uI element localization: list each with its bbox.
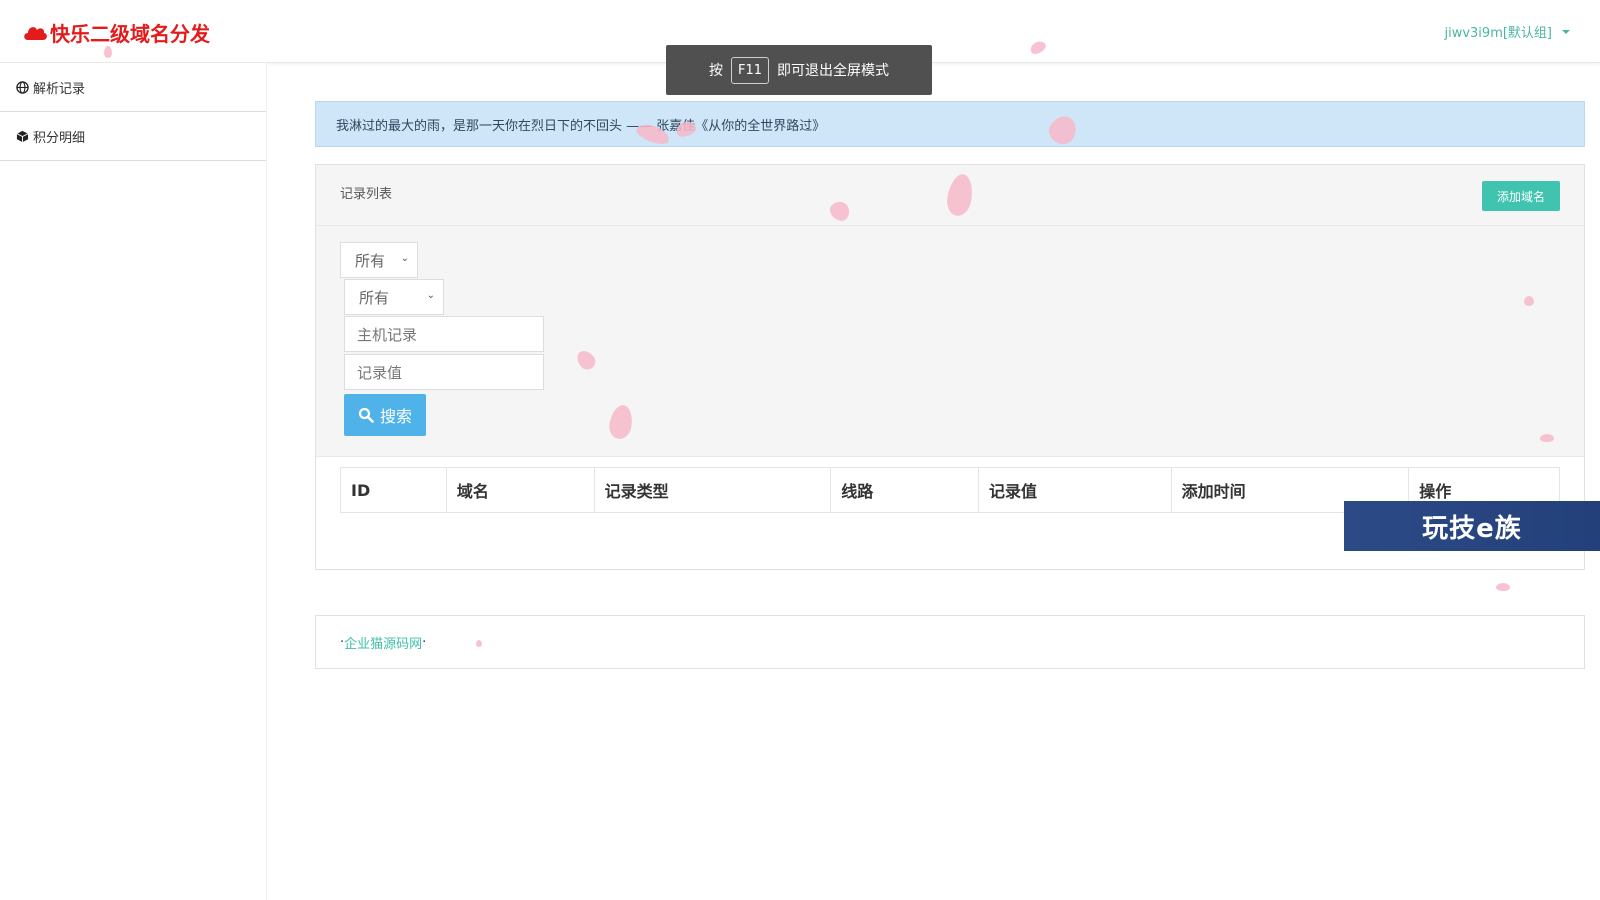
record-value-placeholder: 记录值	[357, 363, 403, 382]
watermark-logo: 玩技e族	[1344, 501, 1600, 551]
petal-decoration	[1524, 296, 1534, 306]
chevron-down-icon: ⌄	[400, 253, 409, 264]
petal-decoration	[476, 640, 482, 647]
brand-logo[interactable]: 快乐二级域名分发	[22, 18, 210, 46]
host-record-input[interactable]: 主机记录	[344, 316, 544, 352]
sidebar-item-label: 积分明细	[33, 130, 86, 146]
sidebar: 解析记录 积分明细	[0, 63, 267, 900]
search-icon	[358, 407, 374, 423]
cube-icon	[16, 130, 29, 142]
quote-banner: 我淋过的最大的雨，是那一天你在烈日下的不回头 —— 张嘉佳《从你的全世界路过》	[315, 101, 1585, 147]
globe-icon	[16, 80, 29, 94]
column-header-id[interactable]: ID	[341, 468, 447, 512]
sidebar-item-label: 解析记录	[33, 81, 86, 97]
cloud-icon	[24, 27, 47, 40]
toast-key: F11	[730, 56, 770, 84]
user-name: jiwv3i9m[默认组]	[1444, 26, 1552, 41]
petal-decoration	[1496, 583, 1510, 591]
line-select[interactable]: 所有 ⌄	[344, 279, 444, 315]
sidebar-item-dns-records[interactable]: 解析记录	[0, 63, 266, 112]
column-header-record-value[interactable]: 记录值	[979, 468, 1172, 512]
line-select-value: 所有	[359, 288, 390, 307]
record-value-input[interactable]: 记录值	[344, 354, 544, 390]
petal-decoration	[104, 46, 112, 58]
search-button-label: 搜索	[379, 407, 412, 426]
column-header-record-type[interactable]: 记录类型	[595, 468, 832, 512]
caret-down-icon	[1562, 29, 1570, 34]
type-select-value: 所有	[355, 251, 386, 270]
column-header-line[interactable]: 线路	[831, 468, 979, 512]
host-record-placeholder: 主机记录	[357, 325, 418, 344]
chevron-down-icon: ⌄	[426, 290, 435, 301]
fullscreen-toast: 按 F11 即可退出全屏模式	[666, 45, 932, 95]
brand-title: 快乐二级域名分发	[50, 21, 210, 46]
toast-prefix: 按	[708, 63, 723, 79]
search-button[interactable]: 搜索	[344, 394, 426, 436]
type-select[interactable]: 所有 ⌄	[340, 242, 418, 278]
bullet: ·	[422, 634, 427, 650]
sidebar-item-points[interactable]: 积分明细	[0, 112, 266, 161]
petal-decoration	[1540, 434, 1554, 442]
quote-text: 我淋过的最大的雨，是那一天你在烈日下的不回头 —— 张嘉佳《从你的全世界路过》	[336, 118, 826, 134]
footer-links: · 企业猫源码网 ·	[315, 615, 1585, 669]
panel-title: 记录列表	[340, 187, 393, 202]
column-header-domain[interactable]: 域名	[447, 468, 595, 512]
footer-link[interactable]: 企业猫源码网	[344, 633, 422, 652]
filter-form: 所有 ⌄ 所有 ⌄ 主机记录 记录值 搜索	[316, 226, 1584, 457]
toast-suffix: 即可退出全屏模式	[777, 63, 890, 79]
add-domain-button[interactable]: 添加域名	[1482, 181, 1560, 211]
user-dropdown[interactable]: jiwv3i9m[默认组]	[1444, 22, 1570, 41]
